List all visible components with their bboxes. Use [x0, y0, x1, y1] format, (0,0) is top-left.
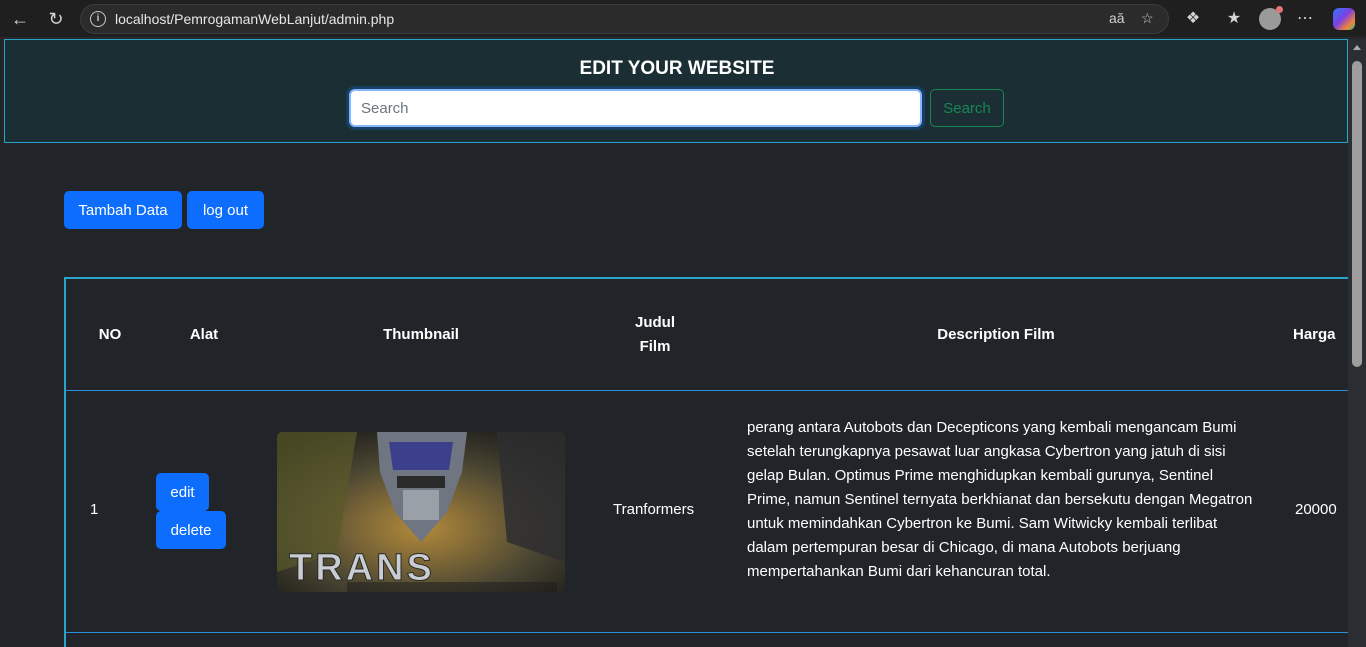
column-description: Description Film	[937, 326, 1055, 343]
search-button[interactable]: Search	[930, 89, 1004, 127]
more-menu-icon[interactable]: ⋯	[1294, 8, 1316, 30]
film-thumbnail: TRANS	[277, 432, 565, 592]
row-number: 1	[90, 501, 99, 518]
page-scrollbar[interactable]	[1348, 39, 1366, 647]
delete-button[interactable]: delete	[156, 511, 226, 549]
transformers-poster: TRANS	[277, 432, 565, 592]
admin-header: EDIT YOUR WEBSITE Search	[4, 39, 1348, 143]
logout-button[interactable]: log out	[187, 191, 264, 229]
row-divider	[66, 632, 1348, 633]
column-judul-film: Judul Film	[635, 314, 675, 355]
site-info-icon[interactable]: i	[90, 11, 106, 27]
film-title: Tranformers	[613, 501, 695, 518]
read-aloud-icon[interactable]: aă	[1109, 10, 1125, 26]
column-no: NO	[98, 326, 122, 343]
edit-button[interactable]: edit	[156, 473, 209, 511]
favorites-icon[interactable]: ★	[1223, 8, 1245, 30]
search-input[interactable]	[349, 89, 922, 127]
add-data-button[interactable]: Tambah Data	[64, 191, 182, 229]
scroll-up-icon[interactable]	[1353, 45, 1361, 50]
film-description: perang antara Autobots dan Decepticons y…	[747, 419, 1253, 580]
address-url: localhost/PemrogamanWebLanjut/admin.php	[115, 11, 395, 27]
back-icon[interactable]: ←	[7, 7, 33, 31]
page: EDIT YOUR WEBSITE Search Tambah Data log…	[4, 39, 1348, 647]
film-price: 20000	[1295, 501, 1337, 518]
favorite-star-icon[interactable]: ☆	[1141, 10, 1154, 27]
table-header: NO Alat Thumbnail Judul Film Description…	[66, 279, 1348, 391]
scroll-thumb[interactable]	[1352, 61, 1362, 367]
address-bar[interactable]: i localhost/PemrogamanWebLanjut/admin.ph…	[80, 4, 1169, 34]
browser-toolbar: ← ↻ i localhost/PemrogamanWebLanjut/admi…	[0, 0, 1366, 38]
film-table: NO Alat Thumbnail Judul Film Description…	[64, 277, 1348, 647]
copilot-icon[interactable]	[1333, 8, 1355, 30]
column-thumbnail: Thumbnail	[383, 326, 459, 343]
profile-avatar[interactable]	[1259, 6, 1283, 30]
column-alat: Alat	[189, 326, 219, 343]
column-harga: Harga	[1293, 326, 1336, 343]
extensions-icon[interactable]: ❖	[1182, 8, 1204, 30]
reload-icon[interactable]: ↻	[43, 7, 69, 31]
page-title: EDIT YOUR WEBSITE	[579, 58, 775, 79]
